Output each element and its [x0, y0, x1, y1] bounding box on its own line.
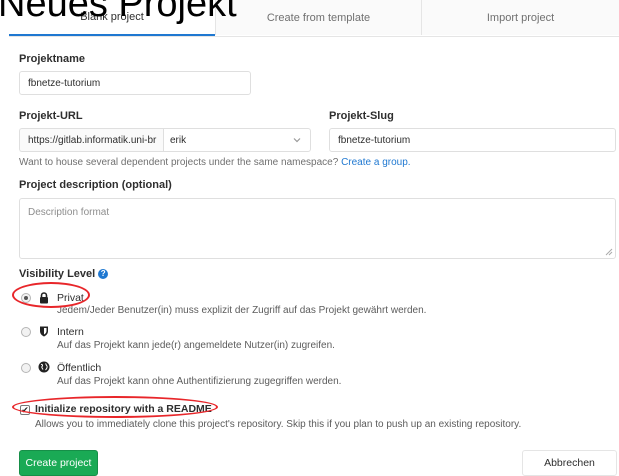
annotation-ellipse-readme	[12, 396, 218, 418]
project-name-value: fbnetze-tutorium	[28, 77, 101, 89]
create-group-link[interactable]: Create a group.	[341, 157, 411, 168]
resize-handle-icon[interactable]	[605, 248, 613, 256]
project-name-input[interactable]: fbnetze-tutorium	[19, 71, 251, 95]
namespace-select[interactable]: erik	[163, 128, 311, 152]
visibility-radio-oeffentlich[interactable]	[21, 363, 31, 373]
namespace-help: Want to house several dependent projects…	[19, 157, 411, 168]
project-slug-label: Projekt-Slug	[329, 110, 394, 122]
namespace-help-text: Want to house several dependent projects…	[19, 157, 339, 168]
tab-import-project[interactable]: Import project	[421, 0, 619, 35]
project-slug-input[interactable]: fbnetze-tutorium	[329, 128, 616, 152]
visibility-radio-intern[interactable]	[21, 327, 31, 337]
tab-create-from-template[interactable]: Create from template	[215, 0, 421, 35]
chevron-down-icon	[293, 138, 301, 143]
help-icon[interactable]: ?	[98, 269, 109, 280]
shield-icon	[40, 326, 48, 337]
cancel-button[interactable]: Abbrechen	[522, 450, 617, 476]
visibility-desc-oeffentlich: Auf das Projekt kann ohne Authentifizier…	[57, 376, 342, 387]
readme-desc: Allows you to immediately clone this pro…	[35, 419, 522, 430]
project-url-label: Projekt-URL	[19, 110, 83, 122]
annotation-ellipse-privat	[12, 282, 90, 308]
description-textarea[interactable]: Description format	[19, 198, 616, 259]
description-placeholder: Description format	[28, 207, 110, 218]
visibility-label-text: Visibility Level	[19, 268, 96, 280]
visibility-title-oeffentlich: Öffentlich	[57, 362, 102, 374]
globe-icon	[38, 361, 50, 373]
project-slug-value: fbnetze-tutorium	[338, 134, 411, 146]
project-name-label: Projektname	[19, 53, 86, 65]
create-project-button[interactable]: Create project	[19, 450, 98, 476]
project-url-prefix: https://gitlab.informatik.uni-br	[19, 128, 163, 152]
visibility-title-intern: Intern	[57, 326, 84, 338]
page-heading: Neues Projekt	[0, 0, 237, 25]
description-label: Project description (optional)	[19, 179, 172, 191]
namespace-value: erik	[170, 134, 187, 146]
visibility-desc-privat: Jedem/Jeder Benutzer(in) muss explizit d…	[57, 305, 427, 316]
visibility-desc-intern: Auf das Projekt kann jede(r) angemeldete…	[57, 340, 335, 351]
visibility-label: Visibility Level?	[19, 268, 109, 280]
